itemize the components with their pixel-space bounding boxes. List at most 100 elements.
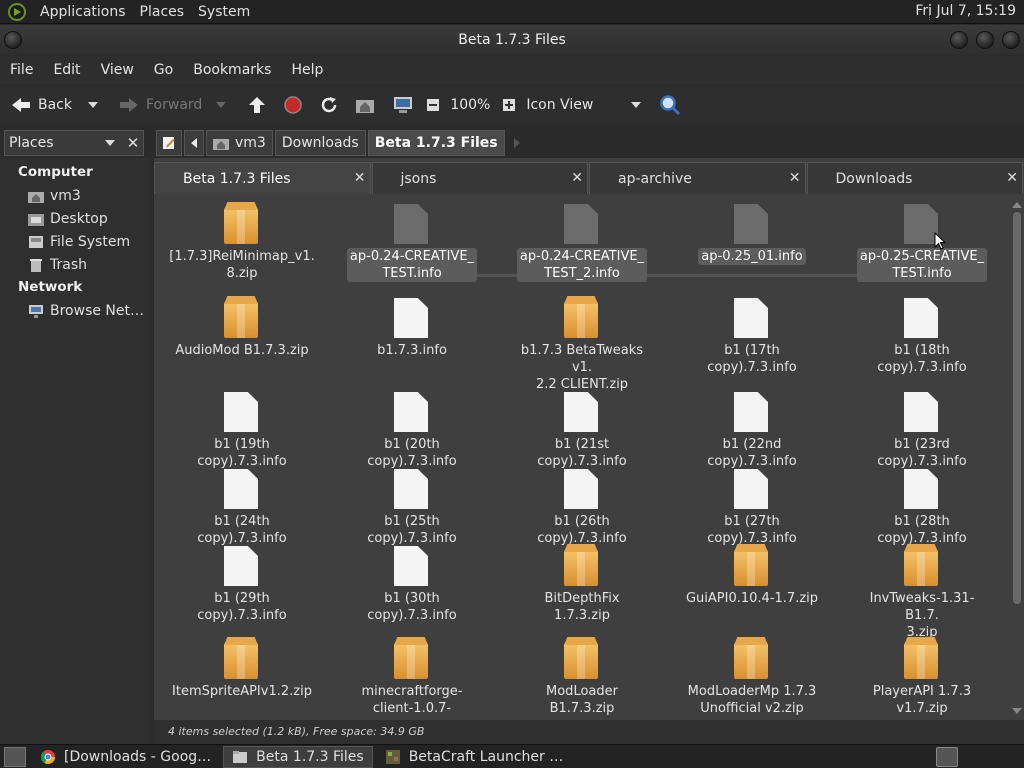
file-item-info[interactable]: ap-0.25_01.info — [682, 204, 822, 265]
maximize-button[interactable] — [976, 31, 994, 49]
file-name-line: AudioMod B1.7.3.zip — [175, 343, 309, 358]
file-item-archive[interactable]: GuiAPI0.10.4-1.7.zip — [682, 546, 822, 607]
file-name: b1 (28th copy).7.3.info — [852, 513, 992, 547]
file-item-archive[interactable]: minecraftforge-client-1.0.7-20110907. — [342, 639, 482, 716]
file-item-info[interactable]: b1 (28th copy).7.3.info — [852, 469, 992, 547]
forward-history-dropdown[interactable] — [216, 102, 227, 108]
computer-icon — [392, 94, 414, 116]
zoom-out-button[interactable] — [422, 90, 450, 120]
tab-ap-archive[interactable]: ap-archive ✕ — [589, 162, 806, 194]
back-button[interactable]: Back — [10, 90, 72, 120]
close-sidebar-button[interactable]: ✕ — [122, 130, 144, 156]
file-item-archive[interactable]: b1.7.3 BetaTweaks v1. 2.2 CLIENT.zip — [512, 298, 652, 393]
sidebar-item-file-system[interactable]: File System — [0, 230, 150, 253]
sidebar-item-vm3[interactable]: vm3 — [0, 184, 150, 207]
menu-bookmarks[interactable]: Bookmarks — [183, 62, 281, 78]
menu-places[interactable]: Places — [134, 4, 191, 20]
vertical-scrollbar[interactable] — [1012, 202, 1022, 714]
file-item-archive[interactable]: ItemSpriteAPIv1.2.zip — [172, 639, 312, 700]
menu-help[interactable]: Help — [281, 62, 333, 78]
file-item-info[interactable]: ap-0.24-CREATIVE_ TEST.info — [342, 204, 482, 282]
breadcrumb-downloads[interactable]: Downloads — [274, 130, 366, 156]
zoom-level[interactable]: 100% — [450, 90, 490, 120]
task-betacraft[interactable]: BetaCraft Launcher … — [377, 746, 572, 768]
file-item-info[interactable]: b1 (21st copy).7.3.info — [512, 392, 652, 470]
search-button[interactable] — [659, 90, 687, 120]
file-item-info[interactable]: b1 (25th copy).7.3.info — [342, 469, 482, 547]
computer-button[interactable] — [392, 90, 420, 120]
close-window-button[interactable] — [1002, 31, 1020, 49]
scroll-up-arrow[interactable] — [1012, 202, 1022, 208]
close-tab-icon[interactable]: ✕ — [1006, 170, 1018, 186]
zoom-in-button[interactable] — [498, 90, 526, 120]
task-file-manager[interactable]: Beta 1.7.3 Files — [223, 745, 373, 768]
file-item-archive[interactable]: ModLoader B1.7.3.zip — [512, 639, 652, 716]
menu-edit[interactable]: Edit — [43, 62, 90, 78]
file-item-archive[interactable]: AudioMod B1.7.3.zip — [172, 298, 312, 359]
file-item-info[interactable]: b1 (17th copy).7.3.info — [682, 298, 822, 376]
distro-logo-icon[interactable] — [8, 2, 26, 21]
file-item-info[interactable]: b1 (19th copy).7.3.info — [172, 392, 312, 470]
file-name-line: b1 (28th copy).7.3.info — [877, 514, 967, 546]
view-mode-select[interactable]: Icon View — [526, 90, 642, 120]
window-menu-button[interactable] — [4, 31, 22, 49]
file-item-archive[interactable]: BitDepthFix 1.7.3.zip — [512, 546, 652, 624]
task-chrome[interactable]: [Downloads - Goog… — [32, 746, 219, 768]
close-tab-icon[interactable]: ✕ — [354, 170, 366, 186]
clock[interactable]: Fri Jul 7, 15:19 — [915, 3, 1016, 19]
file-name-line: 2.2 CLIENT.zip — [535, 377, 629, 392]
file-item-info[interactable]: b1 (23rd copy).7.3.info — [852, 392, 992, 470]
archive-file-icon — [904, 639, 940, 679]
breadcrumb-left-button[interactable] — [184, 130, 204, 156]
sidebar-item-browse-network[interactable]: Browse Net… — [0, 299, 150, 322]
menu-file[interactable]: File — [0, 62, 43, 78]
file-item-info[interactable]: b1 (22nd copy).7.3.info — [682, 392, 822, 470]
home-button[interactable] — [354, 90, 382, 120]
up-button[interactable] — [246, 90, 274, 120]
menu-view[interactable]: View — [91, 62, 144, 78]
reload-button[interactable] — [318, 90, 346, 120]
file-item-info[interactable]: b1 (24th copy).7.3.info — [172, 469, 312, 547]
tab-downloads[interactable]: Downloads ✕ — [806, 162, 1023, 194]
file-item-archive[interactable]: [1.7.3]ReiMinimap_v1. 8.zip — [169, 204, 315, 282]
file-name: b1 (23rd copy).7.3.info — [852, 436, 992, 470]
file-item-info[interactable]: ap-0.24-CREATIVE_ TEST_2.info — [512, 204, 652, 282]
minimize-button[interactable] — [950, 31, 968, 49]
file-item-info[interactable]: b1 (29th copy).7.3.info — [172, 546, 312, 624]
forward-button[interactable]: Forward — [118, 90, 202, 120]
file-item-info[interactable]: ap-0.25-CREATIVE_ TEST.info — [852, 204, 992, 282]
file-name: PlayerAPI 1.7.3 v1.7.zip — [852, 683, 992, 716]
menu-system[interactable]: System — [192, 4, 256, 20]
file-item-archive[interactable]: InvTweaks-1.31-B1.7. 3.zip — [852, 546, 992, 641]
location-bar: vm3 Downloads Beta 1.7.3 Files — [156, 130, 521, 156]
file-name-line: Unofficial v2.zip — [700, 701, 804, 716]
file-item-info[interactable]: b1 (18th copy).7.3.info — [852, 298, 992, 376]
file-item-archive[interactable]: PlayerAPI 1.7.3 v1.7.zip — [852, 639, 992, 716]
toggle-location-entry-button[interactable] — [156, 130, 182, 156]
workspace-switcher[interactable] — [936, 747, 958, 767]
scroll-down-arrow[interactable] — [1012, 708, 1022, 714]
trash-icon — [30, 258, 42, 272]
file-item-info[interactable]: b1 (20th copy).7.3.info — [342, 392, 482, 470]
sidebar-item-desktop[interactable]: Desktop — [0, 207, 150, 230]
file-item-info[interactable]: b1 (26th copy).7.3.info — [512, 469, 652, 547]
show-desktop-button[interactable] — [4, 746, 26, 767]
menu-go[interactable]: Go — [144, 62, 183, 78]
close-tab-icon[interactable]: ✕ — [571, 170, 583, 186]
stop-button[interactable] — [282, 90, 310, 120]
file-name-line: b1 (21st copy).7.3.info — [537, 437, 627, 469]
file-item-info[interactable]: b1 (30th copy).7.3.info — [342, 546, 482, 624]
breadcrumb-vm3[interactable]: vm3 — [206, 130, 273, 156]
tab-jsons[interactable]: jsons ✕ — [371, 162, 588, 194]
menu-applications[interactable]: Applications — [34, 4, 132, 20]
file-item-info[interactable]: b1.7.3.info — [342, 298, 482, 359]
window-titlebar[interactable]: Beta 1.7.3 Files — [0, 25, 1024, 55]
file-item-archive[interactable]: ModLoaderMp 1.7.3 Unofficial v2.zip — [682, 639, 822, 716]
sidebar-item-trash[interactable]: Trash — [0, 253, 150, 276]
close-tab-icon[interactable]: ✕ — [789, 170, 801, 186]
tab-beta-files[interactable]: Beta 1.7.3 Files ✕ — [154, 162, 371, 194]
scrollbar-thumb[interactable] — [1013, 212, 1021, 604]
back-history-dropdown[interactable] — [88, 102, 98, 108]
file-item-info[interactable]: b1 (27th copy).7.3.info — [682, 469, 822, 547]
breadcrumb-current[interactable]: Beta 1.7.3 Files — [367, 130, 505, 156]
